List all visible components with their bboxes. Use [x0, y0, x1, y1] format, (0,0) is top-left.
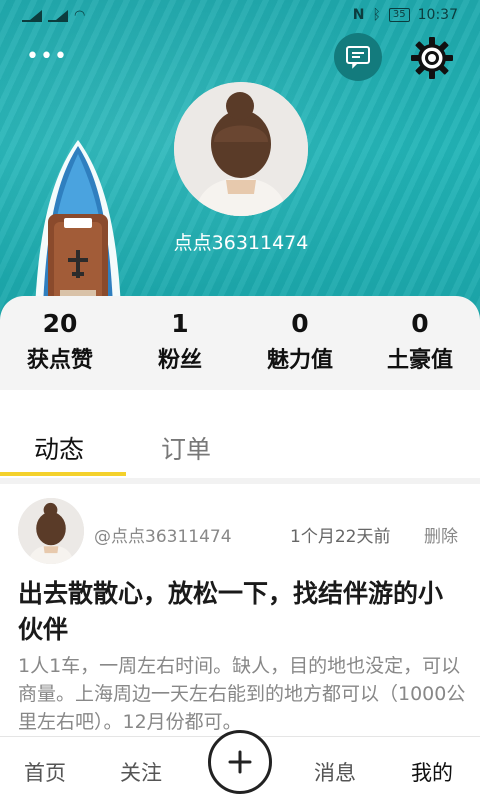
settings-button[interactable] [406, 32, 458, 84]
plus-icon [228, 750, 252, 774]
stat-likes[interactable]: 20 获点赞 [0, 296, 120, 390]
stat-label: 粉丝 [157, 348, 202, 373]
profile-username: 点点36311474 [173, 232, 309, 254]
post-timestamp: 1个月22天前 [290, 527, 391, 547]
nav-me[interactable]: 我的 [411, 757, 453, 787]
stat-label: 获点赞 [26, 348, 93, 373]
tab-posts[interactable]: 动态 [34, 430, 84, 466]
stats-bar: 20 获点赞 1 粉丝 0 魅力值 0 土豪值 [0, 296, 480, 390]
stat-value: 1 [171, 309, 189, 338]
clock: 10:37 [417, 7, 458, 23]
stat-fans[interactable]: 1 粉丝 [120, 296, 240, 390]
post-card[interactable]: @点点36311474 1个月22天前 删除 出去散散心，放松一下，找结伴游的小… [0, 484, 480, 736]
stat-value: 0 [411, 309, 429, 338]
stat-charm[interactable]: 0 魅力值 [240, 296, 360, 390]
create-post-button[interactable] [208, 730, 272, 794]
more-dots-icon[interactable]: ••• [26, 44, 68, 69]
signal-icon [22, 9, 42, 22]
nfc-icon: N [352, 7, 365, 23]
profile-avatar[interactable] [174, 82, 308, 216]
stat-label: 土豪值 [386, 348, 453, 373]
gear-icon [411, 37, 453, 79]
bluetooth-icon: ᛒ [372, 7, 381, 23]
message-icon [346, 46, 370, 69]
post-avatar[interactable] [18, 498, 84, 564]
message-button[interactable] [334, 33, 382, 81]
signal-icon [48, 9, 68, 22]
nav-follow[interactable]: 关注 [120, 757, 162, 787]
battery-icon: 35 [388, 8, 410, 22]
wifi-icon: ◠ [74, 8, 86, 23]
status-bar: ◠ N ᛒ 35 10:37 [0, 0, 480, 34]
signal-indicators: ◠ [22, 8, 85, 23]
delete-post-button[interactable]: 删除 [424, 522, 458, 547]
tab-orders[interactable]: 订单 [161, 430, 211, 466]
post-body: 1人1车，一周左右时间。缺人，目的地也没定，可以商量。上海周边一天左右能到的地方… [18, 655, 466, 733]
nav-messages[interactable]: 消息 [314, 757, 356, 787]
post-username[interactable]: @点点36311474 [94, 522, 232, 547]
active-tab-indicator [0, 472, 126, 476]
content-tabs: 动态 订单 [0, 390, 480, 478]
post-title: 出去散散心，放松一下，找结伴游的小伙伴 [18, 579, 444, 644]
stat-value: 0 [291, 309, 309, 338]
avatar-image [174, 82, 308, 216]
stat-wealth[interactable]: 0 土豪值 [360, 296, 480, 390]
avatar-image [18, 498, 84, 564]
profile-header-background: ◠ N ᛒ 35 10:37 ••• 点点36311474 [0, 0, 480, 330]
stat-value: 20 [42, 309, 78, 338]
nav-home[interactable]: 首页 [24, 757, 66, 787]
stat-label: 魅力值 [266, 348, 333, 373]
